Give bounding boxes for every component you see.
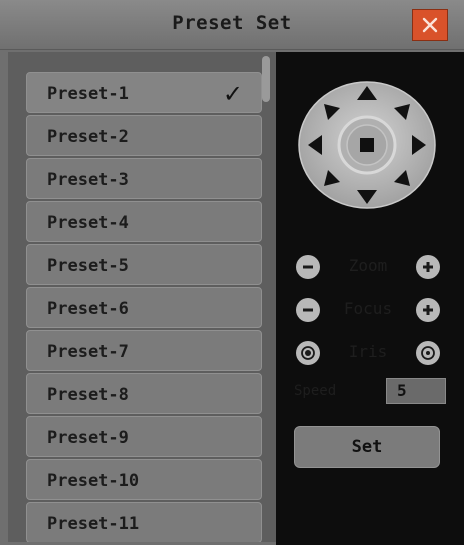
ptz-center-stop-icon bbox=[360, 138, 374, 152]
preset-item[interactable]: Preset-9 bbox=[26, 416, 262, 457]
focus-near-button[interactable] bbox=[296, 298, 320, 322]
iris-label: Iris bbox=[348, 342, 388, 361]
list-scrollbar[interactable] bbox=[262, 56, 270, 102]
speed-label: Speed bbox=[294, 383, 337, 399]
zoom-row: Zoom bbox=[292, 253, 444, 283]
preset-label: Preset-9 bbox=[47, 428, 129, 448]
preset-item[interactable]: Preset-5 bbox=[26, 244, 262, 285]
set-button[interactable]: Set bbox=[294, 426, 440, 468]
focus-far-button[interactable] bbox=[416, 298, 440, 322]
focus-label: Focus bbox=[343, 299, 393, 318]
preset-item[interactable]: Preset-8 bbox=[26, 373, 262, 414]
preset-list: Preset-1 ✓ Preset-2 Preset-3 Preset-4 Pr… bbox=[26, 72, 262, 542]
zoom-label: Zoom bbox=[348, 256, 388, 275]
plus-icon bbox=[423, 262, 433, 272]
preset-label: Preset-8 bbox=[47, 385, 129, 405]
preset-label: Preset-6 bbox=[47, 299, 129, 319]
preset-label: Preset-11 bbox=[47, 514, 140, 534]
plus-icon bbox=[423, 305, 433, 315]
preset-label: Preset-3 bbox=[47, 170, 129, 190]
preset-list-panel: Preset-1 ✓ Preset-2 Preset-3 Preset-4 Pr… bbox=[8, 52, 276, 542]
focus-row: Focus bbox=[292, 296, 444, 326]
preset-item[interactable]: Preset-6 bbox=[26, 287, 262, 328]
preset-item[interactable]: Preset-1 ✓ bbox=[26, 72, 262, 113]
preset-set-dialog: Preset Set Preset-1 ✓ Preset-2 Preset-3 … bbox=[0, 0, 464, 545]
title-bar: Preset Set bbox=[0, 0, 464, 50]
checkmark-icon: ✓ bbox=[222, 80, 243, 108]
preset-label: Preset-7 bbox=[47, 342, 129, 362]
preset-item[interactable]: Preset-10 bbox=[26, 459, 262, 500]
preset-label: Preset-4 bbox=[47, 213, 129, 233]
minus-icon bbox=[303, 265, 313, 269]
preset-item[interactable]: Preset-2 bbox=[26, 115, 262, 156]
preset-label: Preset-1 bbox=[47, 84, 129, 104]
preset-item[interactable]: Preset-11 bbox=[26, 502, 262, 542]
close-icon bbox=[422, 17, 438, 33]
ptz-direction-pad[interactable] bbox=[298, 80, 436, 210]
preset-item[interactable]: Preset-3 bbox=[26, 158, 262, 199]
close-button[interactable] bbox=[412, 9, 448, 41]
minus-icon bbox=[303, 308, 313, 312]
preset-item[interactable]: Preset-4 bbox=[26, 201, 262, 242]
iris-row: Iris bbox=[292, 339, 444, 369]
dialog-title: Preset Set bbox=[172, 12, 292, 34]
iris-small-icon bbox=[301, 346, 315, 360]
preset-label: Preset-10 bbox=[47, 471, 140, 491]
iris-large-icon bbox=[421, 346, 435, 360]
preset-item[interactable]: Preset-7 bbox=[26, 330, 262, 371]
zoom-in-button[interactable] bbox=[416, 255, 440, 279]
preset-label: Preset-2 bbox=[47, 127, 129, 147]
preset-label: Preset-5 bbox=[47, 256, 129, 276]
speed-input[interactable]: 5 bbox=[386, 378, 446, 404]
iris-close-button[interactable] bbox=[296, 341, 320, 365]
zoom-out-button[interactable] bbox=[296, 255, 320, 279]
iris-open-button[interactable] bbox=[416, 341, 440, 365]
